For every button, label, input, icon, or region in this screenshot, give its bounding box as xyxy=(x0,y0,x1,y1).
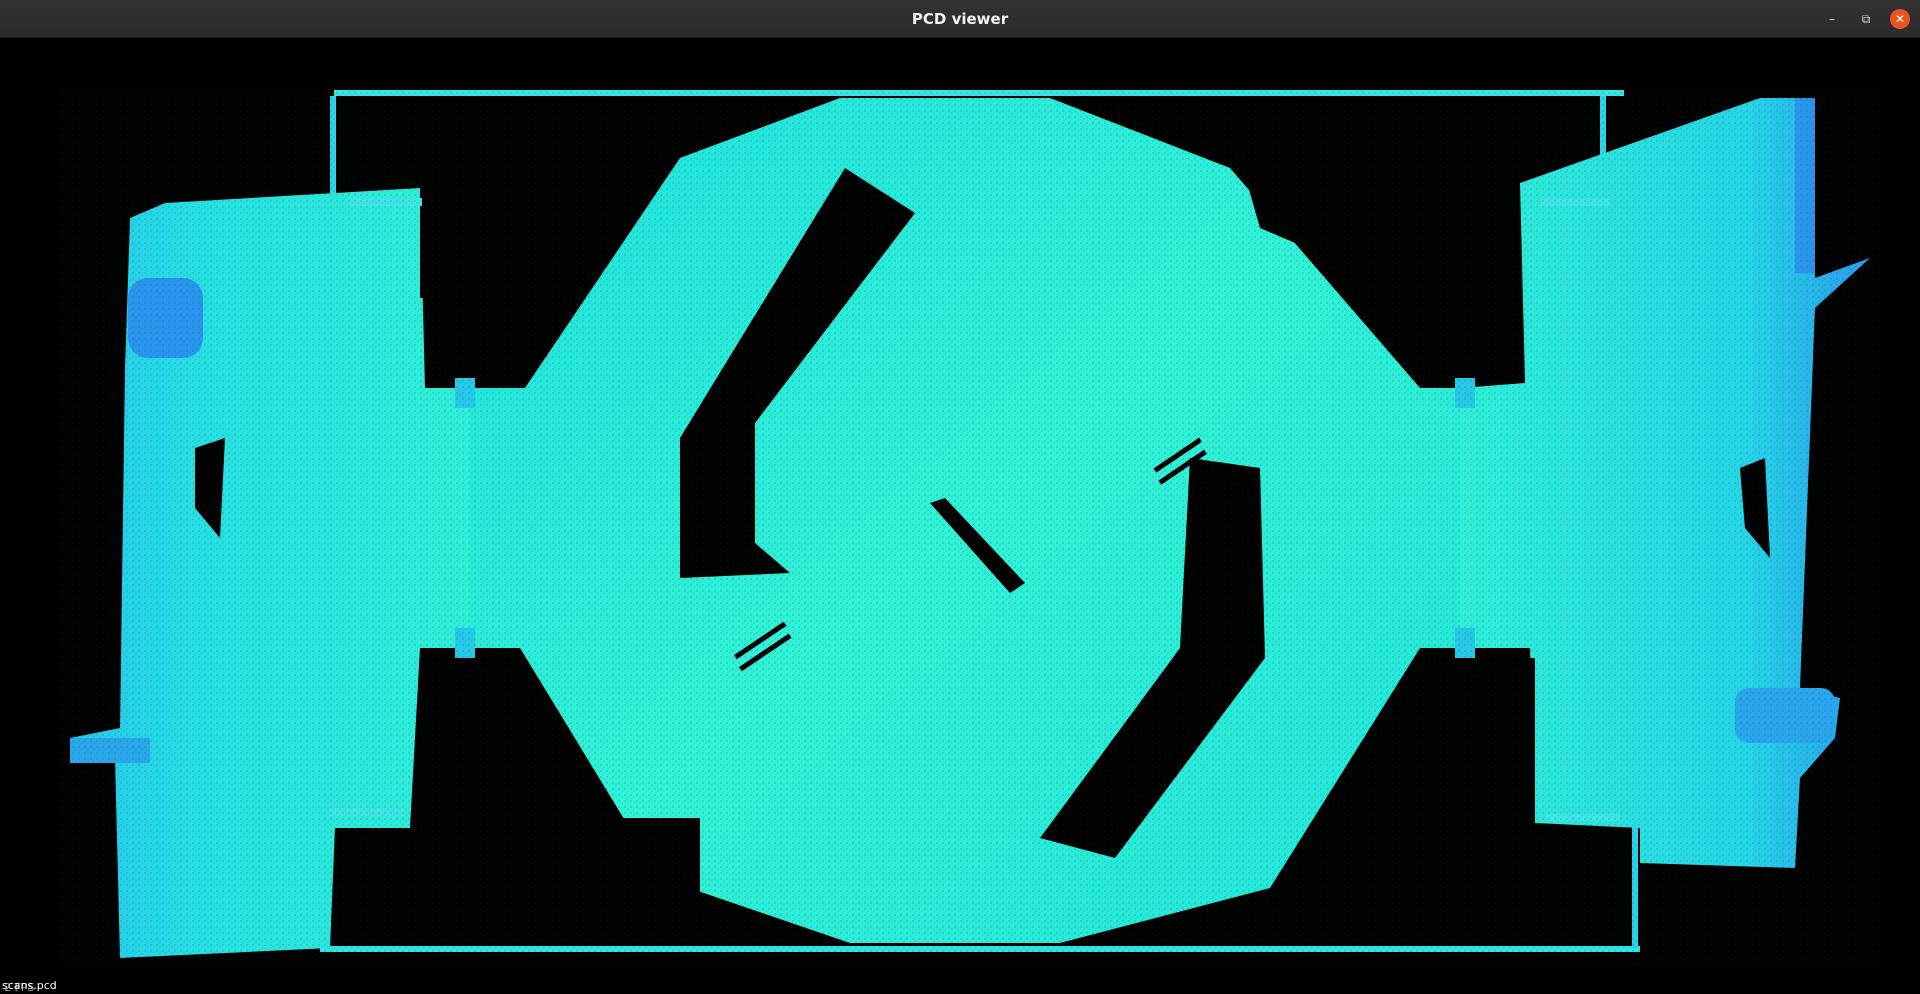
point-speckle-overlay xyxy=(60,88,1880,968)
close-button[interactable]: ✕ xyxy=(1890,9,1910,29)
pcd-viewer-window: PCD viewer – ⧉ ✕ 2 FPS scans.pcd xyxy=(0,0,1920,994)
title-bar[interactable]: PCD viewer – ⧉ ✕ xyxy=(0,0,1920,38)
maximize-button[interactable]: ⧉ xyxy=(1856,9,1876,29)
close-icon: ✕ xyxy=(1894,12,1906,26)
maximize-icon: ⧉ xyxy=(1861,12,1871,26)
window-title: PCD viewer xyxy=(911,10,1009,28)
point-cloud-render xyxy=(60,88,1880,968)
minimize-icon: – xyxy=(1829,12,1835,26)
minimize-button[interactable]: – xyxy=(1822,9,1842,29)
file-label: scans.pcd xyxy=(2,979,57,992)
point-cloud-viewport[interactable]: 2 FPS scans.pcd xyxy=(0,38,1920,994)
